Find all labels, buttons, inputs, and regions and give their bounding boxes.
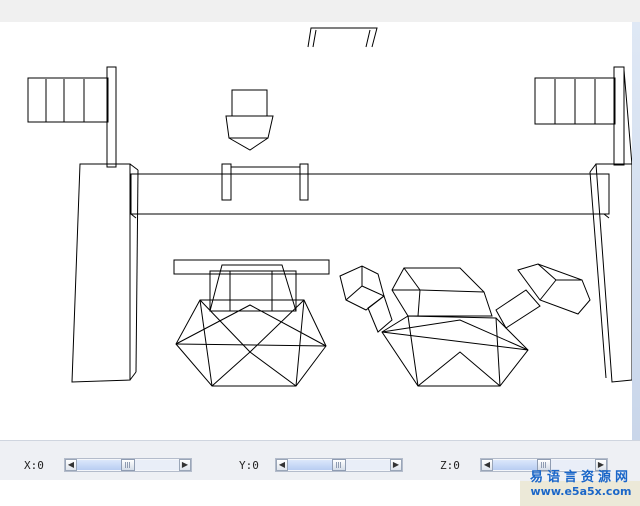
window-right-border bbox=[632, 22, 640, 440]
y-axis-control: Y:0 ◀ ▶ bbox=[239, 457, 403, 473]
y-axis-slider[interactable]: ◀ ▶ bbox=[275, 458, 403, 472]
app-window: X:0 ◀ ▶ Y:0 ◀ ▶ Z:0 ◀ ▶ 易语言资源网 www.e5a5x… bbox=[0, 0, 640, 506]
y-axis-label: Y:0 bbox=[239, 458, 259, 472]
x-slider-thumb[interactable] bbox=[121, 459, 135, 471]
arrow-right-icon[interactable]: ▶ bbox=[179, 459, 191, 471]
right-robot bbox=[339, 263, 591, 387]
crossbeam bbox=[130, 163, 610, 219]
left-pillar bbox=[71, 163, 139, 383]
y-slider-fill bbox=[288, 460, 332, 470]
camera-object bbox=[225, 89, 274, 151]
x-axis-slider[interactable]: ◀ ▶ bbox=[64, 458, 192, 472]
left-spotlight bbox=[27, 66, 117, 168]
x-axis-label: X:0 bbox=[24, 458, 44, 472]
z-axis-label: Z:0 bbox=[440, 458, 460, 472]
arrow-left-icon[interactable]: ◀ bbox=[65, 459, 77, 471]
site-watermark: 易语言资源网 www.e5a5x.com bbox=[530, 466, 632, 498]
watermark-chinese: 易语言资源网 bbox=[529, 470, 632, 485]
y-slider-track[interactable] bbox=[288, 459, 390, 471]
3d-viewport[interactable] bbox=[0, 22, 633, 440]
arrow-left-icon[interactable]: ◀ bbox=[481, 459, 493, 471]
arrow-right-icon[interactable]: ▶ bbox=[390, 459, 402, 471]
title-strip bbox=[0, 0, 640, 23]
x-slider-track[interactable] bbox=[77, 459, 179, 471]
bottom-margin bbox=[0, 480, 520, 506]
x-slider-fill bbox=[77, 460, 121, 470]
watermark-url: www.e5a5x.com bbox=[530, 485, 632, 498]
arrow-left-icon[interactable]: ◀ bbox=[276, 459, 288, 471]
y-slider-thumb[interactable] bbox=[332, 459, 346, 471]
right-pillar bbox=[589, 163, 633, 383]
left-robot bbox=[173, 259, 330, 387]
ceiling-fixture bbox=[307, 27, 378, 48]
x-axis-control: X:0 ◀ ▶ bbox=[24, 457, 192, 473]
wireframe-scene bbox=[27, 27, 633, 387]
right-spotlight bbox=[534, 66, 633, 166]
